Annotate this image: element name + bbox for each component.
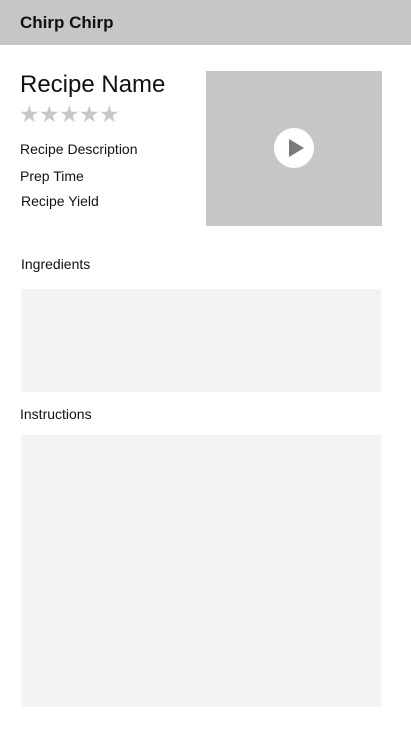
recipe-description: Recipe Description bbox=[20, 141, 138, 157]
play-icon bbox=[289, 139, 304, 157]
star-rating[interactable]: ★ ★ ★ ★ ★ bbox=[19, 103, 120, 127]
video-player[interactable] bbox=[206, 71, 382, 226]
app-title: Chirp Chirp bbox=[20, 13, 114, 32]
ingredients-panel bbox=[21, 289, 381, 392]
star-icon[interactable]: ★ bbox=[39, 103, 60, 127]
star-icon[interactable]: ★ bbox=[19, 103, 40, 127]
app-header: Chirp Chirp bbox=[0, 0, 411, 45]
recipe-name: Recipe Name bbox=[20, 71, 166, 98]
ingredients-heading: Ingredients bbox=[21, 256, 91, 272]
instructions-heading: Instructions bbox=[20, 406, 92, 422]
instructions-panel bbox=[21, 435, 381, 707]
star-icon[interactable]: ★ bbox=[59, 103, 80, 127]
recipe-screen: Chirp Chirp Recipe Name ★ ★ ★ ★ ★ Recipe… bbox=[0, 0, 411, 731]
recipe-yield: Recipe Yield bbox=[21, 193, 99, 209]
play-button[interactable] bbox=[274, 128, 314, 168]
star-icon[interactable]: ★ bbox=[79, 103, 100, 127]
prep-time: Prep Time bbox=[20, 168, 84, 184]
star-icon[interactable]: ★ bbox=[99, 103, 120, 127]
